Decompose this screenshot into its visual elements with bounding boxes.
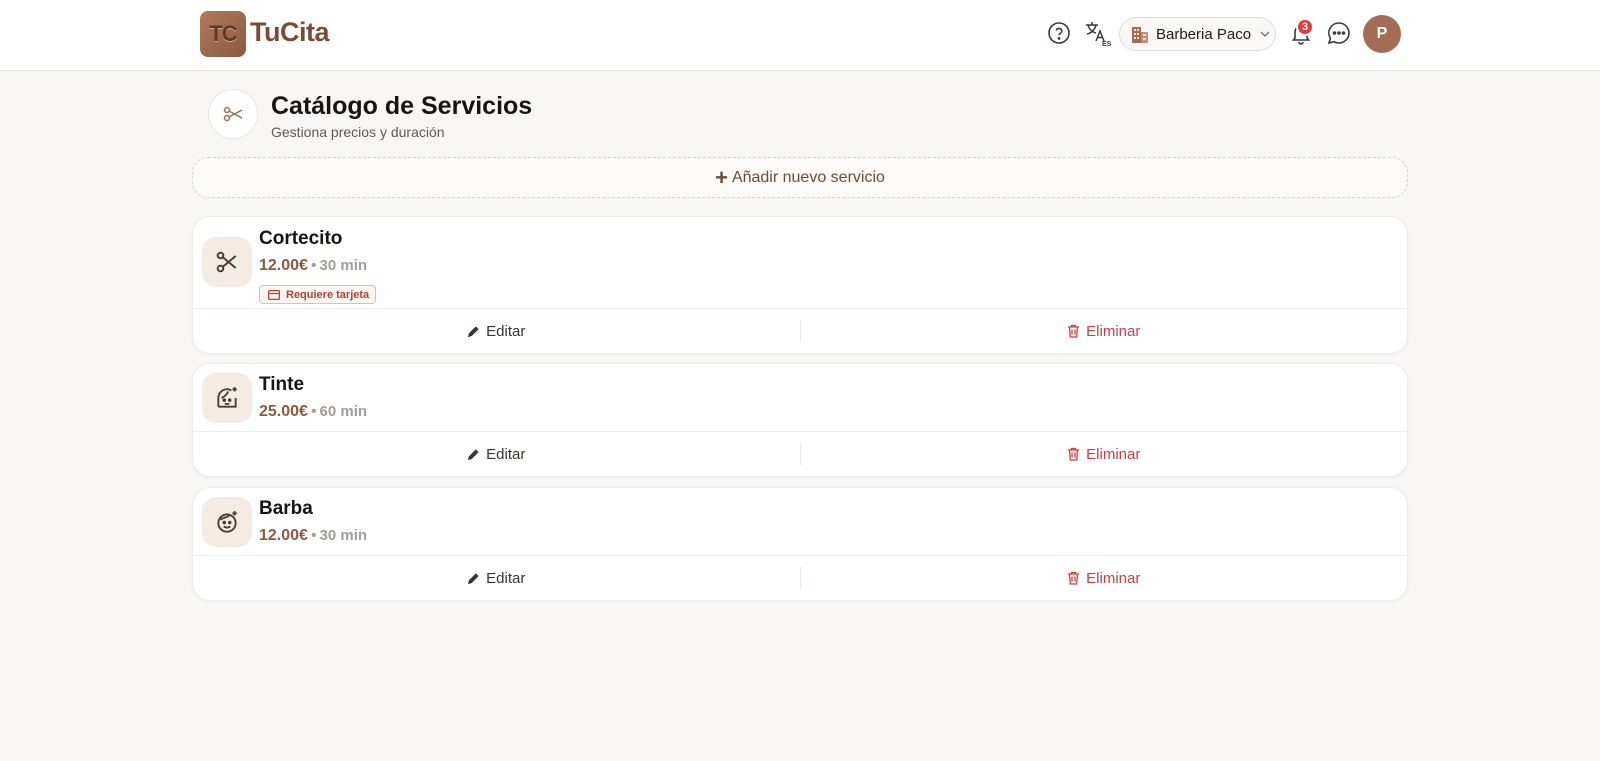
delete-label: Eliminar (1086, 322, 1141, 340)
edit-button[interactable]: Editar (193, 556, 800, 600)
help-icon[interactable] (1045, 19, 1073, 47)
delete-label: Eliminar (1086, 445, 1141, 463)
page-subtitle: Gestiona precios y duración (271, 124, 445, 140)
edit-label: Editar (486, 322, 526, 340)
top-bar: TC TuCita ES Barberia Paco 3 P (0, 0, 1600, 71)
requires-card-badge: Requiere tarjeta (259, 285, 377, 304)
chevron-down-icon (1260, 31, 1270, 38)
scissors-icon (208, 89, 258, 139)
logo-mark-text: TC (209, 21, 237, 46)
trash-icon (1068, 447, 1080, 461)
service-name: Cortecito (259, 228, 343, 249)
hair-dye-icon (202, 373, 252, 423)
service-duration: 30 min (319, 527, 368, 544)
delete-button[interactable]: Eliminar (801, 432, 1408, 476)
edit-label: Editar (486, 445, 526, 463)
pencil-icon (468, 572, 479, 584)
plus-icon: + (715, 164, 728, 190)
edit-label: Editar (486, 569, 526, 587)
service-price: 12.00€ (259, 257, 308, 274)
delete-label: Eliminar (1086, 569, 1141, 587)
app-logo-text[interactable]: TuCita (250, 17, 330, 48)
service-duration: 60 min (319, 403, 368, 420)
service-card: Tinte 25.00€ • 60 min Editar Eliminar (192, 363, 1408, 477)
service-meta: 25.00€ • 60 min (259, 403, 368, 420)
business-selector[interactable]: Barberia Paco (1119, 17, 1276, 51)
card-actions: Editar Eliminar (193, 555, 1407, 600)
trash-icon (1068, 324, 1080, 338)
trash-icon (1068, 571, 1080, 585)
card-actions: Editar Eliminar (193, 431, 1407, 476)
service-meta: 12.00€ • 30 min (259, 527, 368, 544)
card-actions: Editar Eliminar (193, 308, 1407, 353)
service-meta: 12.00€ • 30 min (259, 257, 368, 274)
pencil-icon (468, 325, 479, 337)
edit-button[interactable]: Editar (193, 309, 800, 353)
service-price: 12.00€ (259, 527, 308, 544)
chat-icon[interactable] (1325, 19, 1353, 47)
requires-card-label: Requiere tarjeta (286, 288, 370, 301)
beard-face-icon (202, 497, 252, 547)
delete-button[interactable]: Eliminar (801, 556, 1408, 600)
notification-badge: 3 (1296, 18, 1314, 36)
add-service-button[interactable]: + Añadir nuevo servicio (192, 157, 1408, 198)
logo-mark[interactable]: TC (200, 11, 246, 57)
avatar[interactable]: P (1363, 15, 1401, 53)
delete-button[interactable]: Eliminar (801, 309, 1408, 353)
service-card: Barba 12.00€ • 30 min Editar Eliminar (192, 487, 1408, 601)
edit-button[interactable]: Editar (193, 432, 800, 476)
scissors-icon (202, 237, 252, 287)
credit-card-icon (268, 289, 280, 300)
pencil-icon (468, 448, 479, 460)
translate-icon[interactable]: ES (1083, 19, 1111, 47)
page-title: Catálogo de Servicios (271, 92, 533, 120)
service-price: 25.00€ (259, 403, 308, 420)
service-card: Cortecito 12.00€ • 30 min Requiere tarjeta… (192, 216, 1408, 354)
service-name: Barba (259, 498, 313, 519)
service-name: Tinte (259, 374, 305, 395)
building-icon (1132, 27, 1148, 43)
service-duration: 30 min (319, 257, 368, 274)
translate-badge: ES (1102, 41, 1111, 47)
business-name: Barberia Paco (1156, 25, 1252, 43)
add-service-label: Añadir nuevo servicio (731, 168, 885, 186)
